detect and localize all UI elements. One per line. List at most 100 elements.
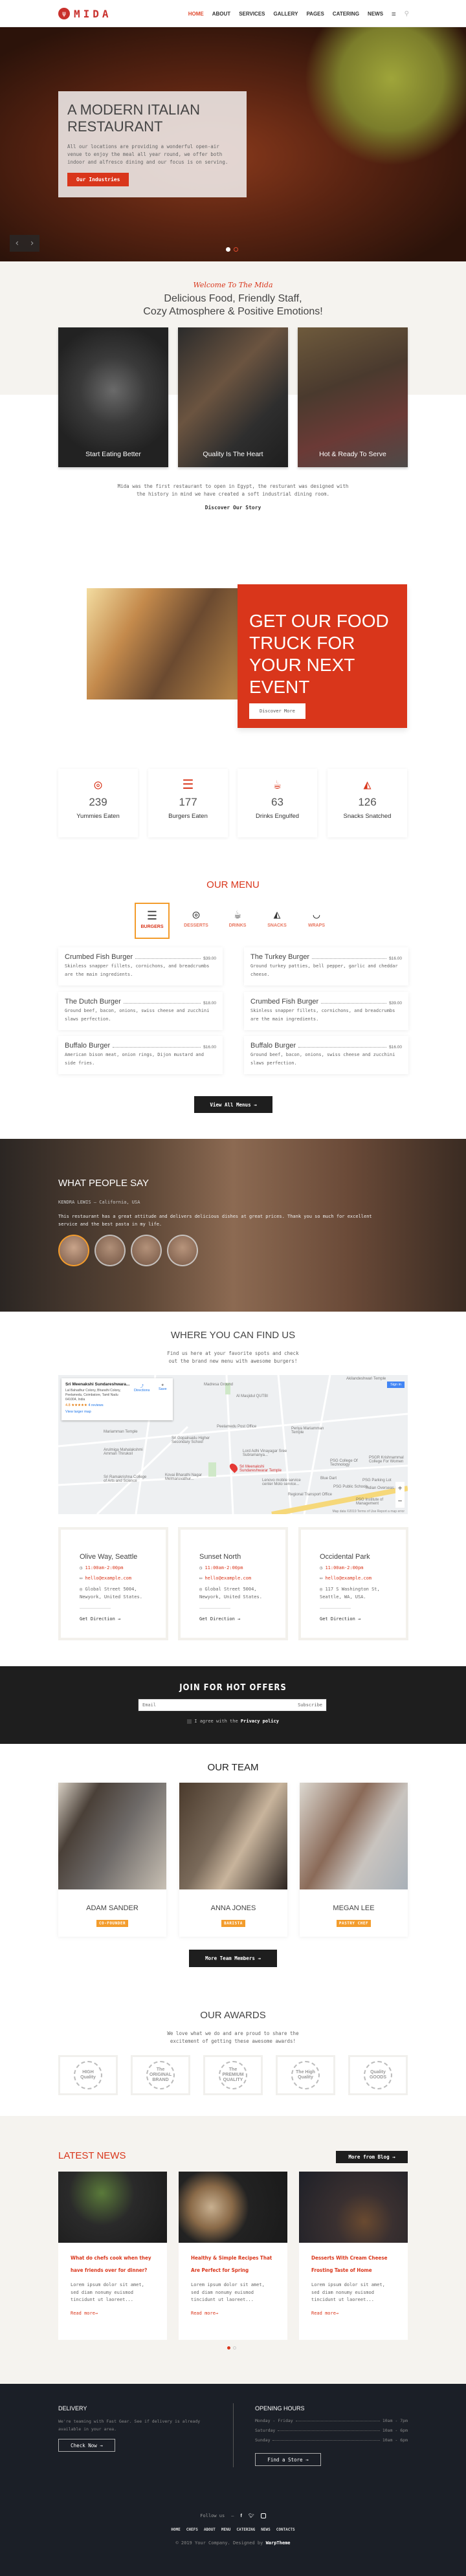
follow-dash: — (231, 2513, 234, 2518)
award-badge: The High Quality (276, 2055, 335, 2095)
footer-link-contacts[interactable]: CONTACTS (276, 2527, 295, 2532)
email-input[interactable] (142, 1702, 272, 1708)
check-now-button[interactable]: Check Now → (58, 2439, 115, 2452)
privacy-checkbox[interactable] (187, 1719, 192, 1724)
menu-tab-desserts[interactable]: ◎ DESSERTS (179, 903, 214, 939)
menu-item[interactable]: Buffalo Burger $16.00 Ground beef, bacon, … (244, 1036, 408, 1074)
read-more-link[interactable]: Read more→ (58, 2304, 167, 2316)
location-email[interactable]: hello@example.com (325, 1576, 372, 1581)
news-card[interactable]: Healthy & Simple Recipes That Are Perfec… (179, 2172, 287, 2340)
save-label: Save (159, 1387, 167, 1391)
footer-link-catering[interactable]: CATERING (236, 2527, 255, 2532)
search-icon[interactable]: ⚲ (405, 10, 409, 17)
location-email[interactable]: hello@example.com (85, 1576, 131, 1581)
news-post-title[interactable]: Healthy & Simple Recipes That Are Perfec… (179, 2243, 287, 2276)
menu-item[interactable]: Crumbed Fish Burger $39.00 Skinless snappe… (244, 992, 408, 1030)
avatar[interactable] (94, 1235, 126, 1266)
designer-link[interactable]: WarpTheme (266, 2540, 291, 2546)
nav-about[interactable]: ABOUT (212, 11, 230, 17)
news-post-title[interactable]: What do chefs cook when they have friend… (58, 2243, 167, 2276)
read-more-link[interactable]: Read more→ (179, 2304, 287, 2316)
footer-link-chefs[interactable]: CHEFS (186, 2527, 198, 2532)
chevron-left-icon[interactable]: ‹ (14, 238, 19, 248)
view-larger-map-link[interactable]: View larger map (65, 1410, 169, 1414)
copyright: © 2019 Your Company. Designed by WarpThe… (0, 2540, 466, 2546)
get-direction-link[interactable]: Get Direction → (320, 1615, 406, 1623)
map-place-label: Sri Ramakrishna College of Arts and Scie… (104, 1475, 147, 1483)
opening-hours-title: OPENING HOURS (255, 2405, 305, 2412)
news-card[interactable]: What do chefs cook when they have friend… (58, 2172, 167, 2340)
footer-link-about[interactable]: ABOUT (204, 2527, 216, 2532)
avatar[interactable] (167, 1235, 198, 1266)
map-sign-in-button[interactable]: Sign in (387, 1382, 405, 1388)
get-direction-link[interactable]: Get Direction → (80, 1615, 166, 1623)
map-place-label: PSGR Krishnammal College For Women (369, 1456, 404, 1464)
more-from-blog-button[interactable]: More from Blog → (336, 2151, 408, 2163)
privacy-policy-link[interactable]: Privacy policy (241, 1719, 279, 1724)
nav-services[interactable]: SERVICES (239, 11, 265, 17)
footer-link-home[interactable]: HOME (171, 2527, 180, 2532)
menu-item-name: Crumbed Fish Burger (250, 998, 319, 1006)
award-badge: The PREMIUM QUALITY (203, 2055, 263, 2095)
award-seal: The PREMIUM QUALITY (219, 2061, 247, 2089)
zoom-in-icon[interactable]: + (395, 1482, 405, 1495)
location-email[interactable]: hello@example.com (205, 1576, 251, 1581)
chevron-right-icon[interactable]: › (29, 238, 34, 248)
menu-item[interactable]: The Dutch Burger $18.00 Ground beef, bacon… (58, 992, 223, 1030)
menu-item[interactable]: The Turkey Burger $16.00 Ground turkey pat… (244, 947, 408, 985)
feature-card[interactable]: Hot & Ready To Serve (298, 327, 408, 467)
our-industries-button[interactable]: Our Industries (67, 173, 129, 186)
footer-link-news[interactable]: NEWS (261, 2527, 270, 2532)
hamburger-menu-icon[interactable]: ≡ (392, 10, 396, 18)
more-team-button[interactable]: More Team Members → (189, 1950, 277, 1967)
facebook-icon[interactable]: f (240, 2514, 241, 2518)
avatar[interactable] (58, 1235, 89, 1266)
menu-tab-drinks[interactable]: ☕ DRINKS (220, 903, 255, 939)
nav-catering[interactable]: CATERING (333, 11, 359, 17)
team-card[interactable]: MEGAN LEE PASTRY CHEF (300, 1783, 408, 1937)
news-dot-2[interactable] (233, 2346, 236, 2350)
menu-item[interactable]: Buffalo Burger $16.00 American bison meat,… (58, 1036, 223, 1074)
team-card[interactable]: ANNA JONES BARISTA (179, 1783, 287, 1937)
menu-item[interactable]: Crumbed Fish Burger $39.00 Skinless snappe… (58, 947, 223, 985)
find-store-button[interactable]: Find a Store → (255, 2453, 321, 2466)
avatar[interactable] (131, 1235, 162, 1266)
logo[interactable]: ψ MIDA (58, 6, 112, 21)
subscribe-button[interactable]: Subscribe (298, 1702, 322, 1708)
discover-more-button[interactable]: Discover More (249, 703, 305, 719)
nav-pages[interactable]: PAGES (306, 11, 324, 17)
team-name: ANNA JONES (210, 1904, 256, 1912)
news-card[interactable]: Desserts With Cream Cheese Frosting Tast… (299, 2172, 408, 2340)
news-excerpt: Lorem ipsum dolor sit amet, sed diam non… (191, 2282, 265, 2303)
read-more-link[interactable]: Read more→ (299, 2304, 408, 2316)
discover-story-link[interactable]: Discover Our Story (0, 505, 466, 511)
author-name: KENDRA LEWIS (58, 1200, 91, 1205)
save-button[interactable]: ★ Save (159, 1383, 167, 1391)
zoom-out-icon[interactable]: − (395, 1495, 405, 1508)
nav-home[interactable]: HOME (188, 11, 204, 17)
nav-news[interactable]: NEWS (368, 11, 383, 17)
menu-item-desc: American bison meat, onion rings, Dijon … (65, 1052, 204, 1066)
directions-button[interactable]: ⤴ Directions (134, 1383, 150, 1393)
location-hours: 11:00am-2:00pm (85, 1565, 124, 1570)
news-post-title[interactable]: Desserts With Cream Cheese Frosting Tast… (299, 2243, 408, 2276)
google-map[interactable]: Madresa Ground Al Masjidul QUTBI Akilandes… (58, 1375, 408, 1514)
instagram-icon[interactable] (260, 2513, 266, 2518)
slide-dot-2[interactable] (234, 247, 238, 252)
twitter-icon[interactable]: 🐦︎ (249, 2513, 254, 2518)
feature-card[interactable]: Start Eating Better (58, 327, 168, 467)
slide-dot-1[interactable] (226, 247, 230, 252)
award-seal: The High Quality (291, 2061, 320, 2089)
view-all-menus-button[interactable]: View All Menus → (194, 1096, 272, 1113)
get-direction-link[interactable]: Get Direction → (199, 1615, 285, 1623)
map-reviews-link[interactable]: 4 reviews (88, 1404, 103, 1407)
menu-tab-snacks[interactable]: ◭ SNACKS (260, 903, 294, 939)
feature-card[interactable]: Quality Is The Heart (178, 327, 288, 467)
footer-link-menu[interactable]: MENU (221, 2527, 230, 2532)
menu-tab-wraps[interactable]: ◡ WRAPS (299, 903, 334, 939)
map-zoom-controls: + − (395, 1482, 405, 1508)
team-card[interactable]: ADAM SANDER CO-FOUNDER (58, 1783, 166, 1937)
nav-gallery[interactable]: GALLERY (274, 11, 298, 17)
news-dot-1[interactable] (227, 2346, 230, 2350)
menu-tab-burgers[interactable]: ☰ BURGERS (135, 903, 170, 939)
